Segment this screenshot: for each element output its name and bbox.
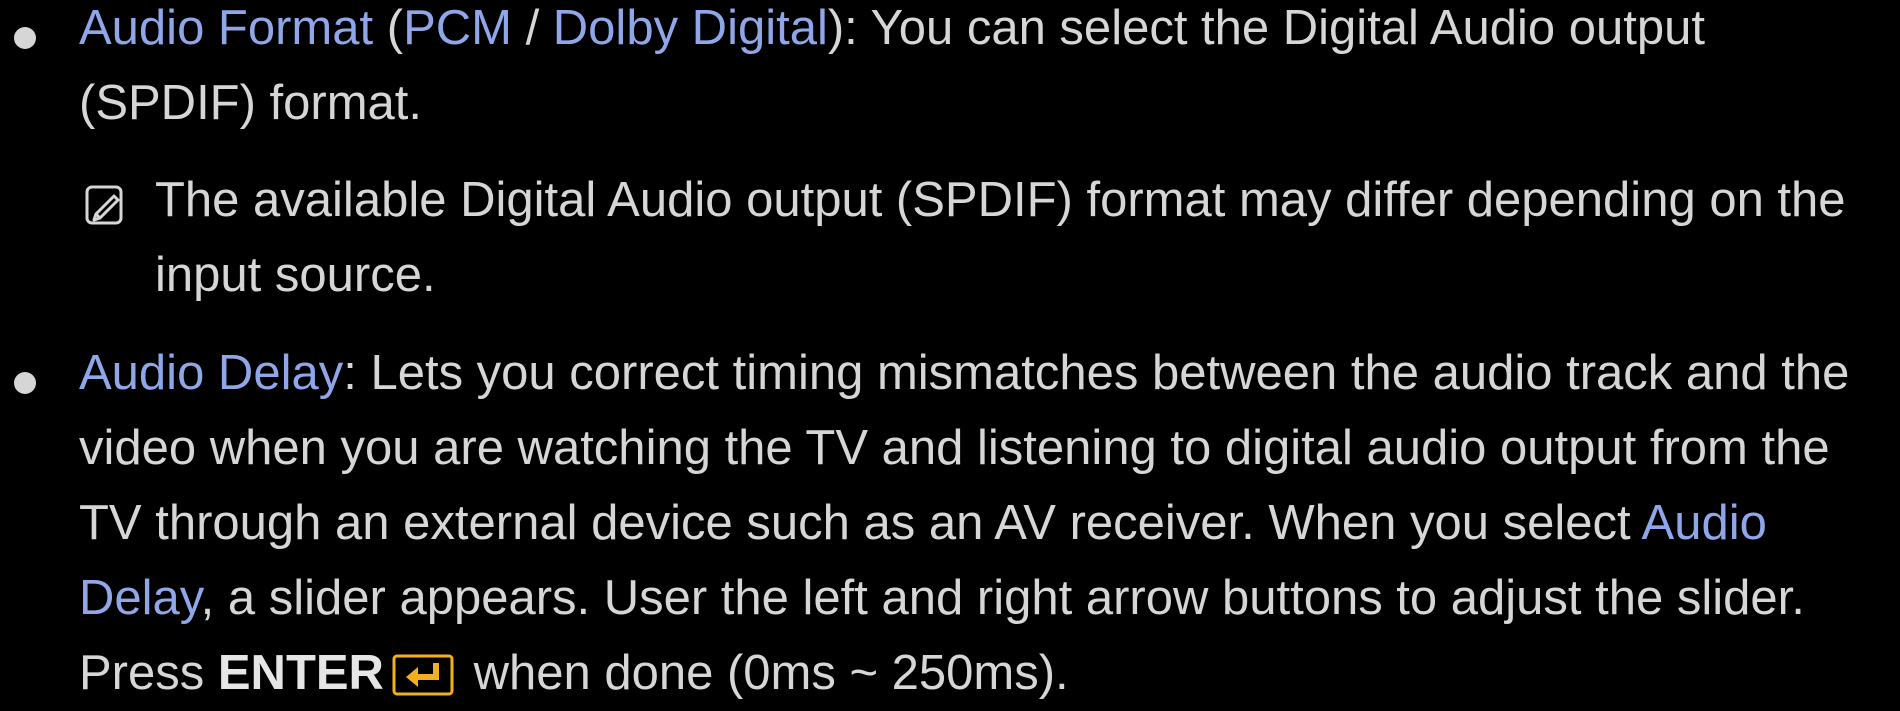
open-paren: ( bbox=[373, 1, 404, 55]
bullet-icon bbox=[14, 27, 36, 49]
enter-label: ENTER bbox=[217, 646, 384, 700]
audio-delay-paragraph: Audio Delay: Lets you correct timing mis… bbox=[79, 336, 1894, 711]
audio-delay-description-1: : Lets you correct timing mismatches bet… bbox=[79, 346, 1850, 550]
bullet-icon bbox=[14, 372, 36, 394]
audio-format-paragraph: Audio Format (PCM / Dolby Digital): You … bbox=[79, 0, 1879, 141]
option-dolby-digital: Dolby Digital bbox=[552, 1, 828, 55]
audio-delay-term: Audio Delay bbox=[79, 346, 344, 400]
note-icon bbox=[85, 185, 123, 225]
manual-page: Audio Format (PCM / Dolby Digital): You … bbox=[0, 0, 1900, 700]
audio-delay-description-3: when done (0ms ~ 250ms). bbox=[459, 646, 1069, 700]
option-separator: / bbox=[511, 1, 553, 55]
option-pcm: PCM bbox=[403, 1, 512, 55]
note-text: The available Digital Audio output (SPDI… bbox=[155, 173, 1846, 302]
enter-icon bbox=[392, 654, 454, 696]
audio-format-term: Audio Format bbox=[79, 1, 374, 55]
